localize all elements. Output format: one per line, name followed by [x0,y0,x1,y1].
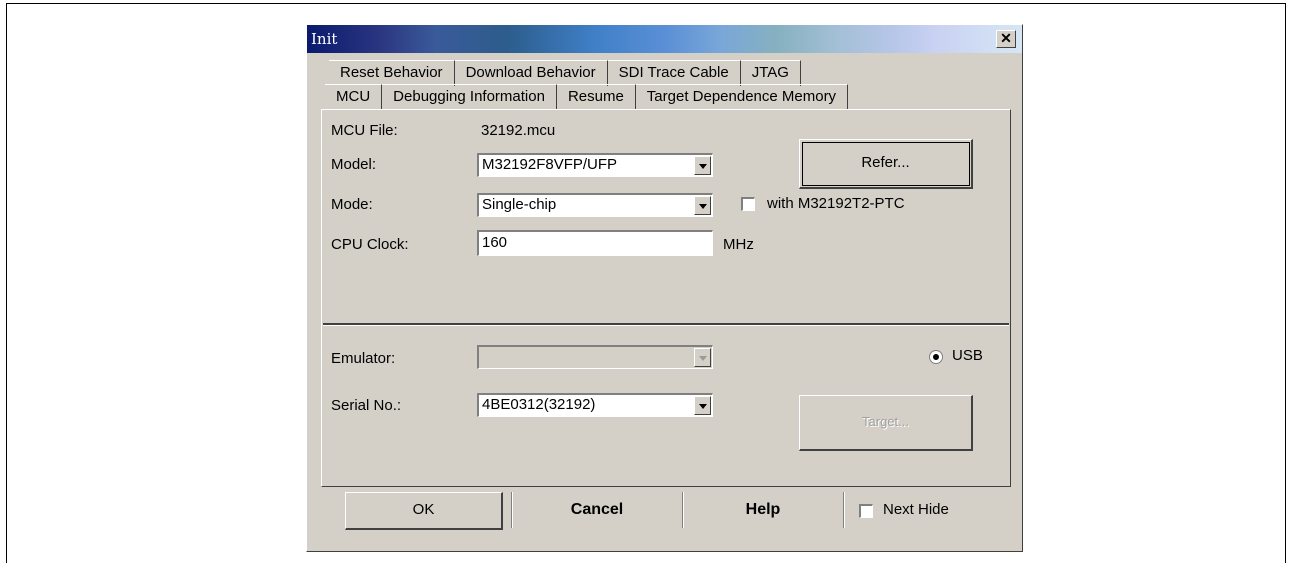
usb-radio-label: USB [952,347,983,364]
tab-resume[interactable]: Resume [556,84,636,110]
ok-button[interactable]: OK [345,492,503,530]
serial-select[interactable]: 4BE0312(32192) [477,393,713,417]
target-button[interactable]: Target... [799,395,973,451]
cpu-clock-unit: MHz [723,236,754,253]
cancel-button[interactable]: Cancel [512,490,682,530]
tab-mcu[interactable]: MCU [325,84,383,110]
title-bar[interactable]: Init ✕ [307,25,1022,53]
tab-debugging-information[interactable]: Debugging Information [382,84,557,110]
model-label: Model: [331,156,377,173]
ptc-checkbox-label: with M32192T2-PTC [767,195,905,212]
emulator-select [477,345,713,369]
serial-label: Serial No.: [331,397,402,414]
close-icon: ✕ [1000,30,1012,46]
model-select-value: M32192F8VFP/UFP [482,156,618,173]
cpu-clock-value: 160 [482,234,508,251]
chevron-down-icon[interactable] [694,396,711,415]
chevron-down-icon [694,348,711,367]
cpu-clock-field[interactable]: 160 [477,230,713,256]
mode-select[interactable]: Single-chip [477,193,713,217]
help-button[interactable]: Help [683,490,843,530]
emulator-label: Emulator: [331,350,396,367]
mode-label: Mode: [331,196,373,213]
chevron-down-icon[interactable] [694,156,711,175]
next-hide-label: Next Hide [883,501,949,518]
mcu-file-label: MCU File: [331,122,398,139]
tab-row-2: MCU Debugging Information Resume Target … [325,84,849,110]
chevron-down-icon[interactable] [694,196,711,215]
serial-select-value: 4BE0312(32192) [482,396,596,413]
window-title: Init [311,30,338,48]
tab-target-dependence-memory[interactable]: Target Dependence Memory [635,84,849,110]
footer-divider [843,492,845,528]
mcu-file-value: 32192.mcu [481,122,556,139]
model-select[interactable]: M32192F8VFP/UFP [477,153,713,177]
tab-row-1: Reset Behavior Download Behavior SDI Tra… [329,60,801,86]
usb-radio[interactable] [929,350,943,364]
section-divider [323,323,1009,326]
tab-jtag[interactable]: JTAG [740,60,801,86]
mode-select-value: Single-chip [482,196,557,213]
refer-button[interactable]: Refer... [799,139,973,189]
tab-sdi-trace-cable[interactable]: SDI Trace Cable [607,60,741,86]
tab-download-behavior[interactable]: Download Behavior [454,60,608,86]
ptc-checkbox[interactable] [741,197,755,211]
init-dialog: Init ✕ Reset Behavior Download Behavior … [306,24,1023,552]
next-hide-checkbox[interactable] [859,504,873,518]
footer-bar: OK Cancel Help Next Hide [321,490,1011,530]
tab-reset-behavior[interactable]: Reset Behavior [329,60,455,86]
cpu-clock-label: CPU Clock: [331,236,409,253]
close-button[interactable]: ✕ [996,30,1016,48]
